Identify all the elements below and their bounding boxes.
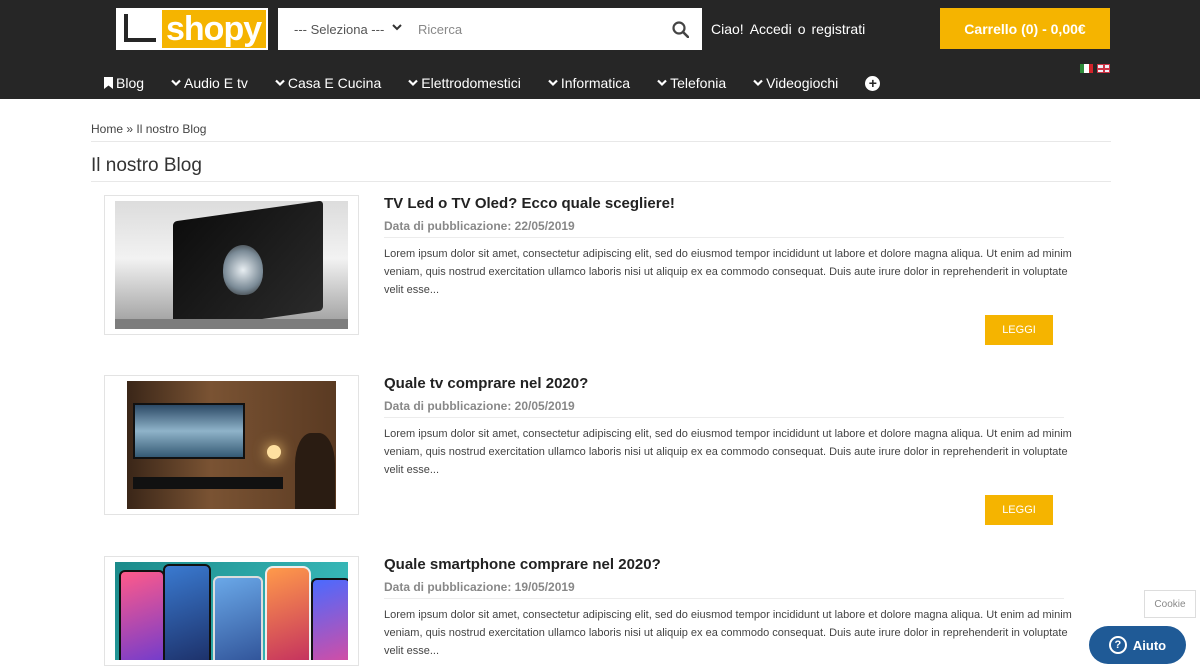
post-title[interactable]: TV Led o TV Oled? Ecco quale scegliere! — [384, 195, 675, 212]
search-icon — [671, 20, 689, 38]
read-more-button[interactable]: LEGGI — [985, 315, 1053, 345]
login-link[interactable]: Accedi — [750, 21, 792, 37]
or-text: o — [797, 21, 806, 37]
nav-item-informatica[interactable]: Informatica — [548, 75, 630, 91]
search-input[interactable] — [406, 8, 658, 50]
category-select-value: --- Seleziona --- — [294, 21, 385, 37]
page-title: Il nostro Blog — [91, 155, 202, 176]
post-excerpt: Lorem ipsum dolor sit amet, consectetur … — [384, 248, 1072, 296]
english-flag-icon[interactable] — [1097, 64, 1110, 73]
logo-text: shopy — [166, 10, 262, 48]
chevron-down-icon — [275, 79, 285, 87]
post-date: Data di pubblicazione: 22/05/2019 — [384, 219, 575, 233]
chevron-down-icon — [657, 79, 667, 87]
breadcrumb-separator: » — [126, 122, 134, 136]
divider — [384, 417, 1064, 418]
nav-more-button[interactable]: + — [865, 75, 881, 91]
breadcrumb-current: Il nostro Blog — [136, 122, 207, 136]
nav-item-audio-tv[interactable]: Audio E tv — [171, 75, 248, 91]
divider — [384, 598, 1064, 599]
search-bar: --- Seleziona --- — [278, 8, 702, 50]
greeting-text: Ciao! — [711, 21, 744, 37]
logo-mark-icon — [118, 10, 162, 48]
nav-item-label: Blog — [116, 75, 145, 91]
chevron-down-icon — [392, 22, 402, 35]
bookmark-icon — [104, 77, 113, 89]
post-date: Data di pubblicazione: 19/05/2019 — [384, 580, 575, 594]
chevron-down-icon — [548, 79, 558, 87]
post-excerpt: Lorem ipsum dolor sit amet, consectetur … — [384, 428, 1072, 476]
category-select[interactable]: --- Seleziona --- — [278, 8, 406, 50]
read-more-button[interactable]: LEGGI — [985, 495, 1053, 525]
italian-flag-icon[interactable] — [1080, 64, 1093, 73]
post-title[interactable]: Quale smartphone comprare nel 2020? — [384, 556, 661, 573]
divider — [91, 141, 1111, 142]
nav-item-label: Telefonia — [670, 75, 727, 91]
nav-item-telefonia[interactable]: Telefonia — [657, 75, 726, 91]
post-date: Data di pubblicazione: 20/05/2019 — [384, 399, 575, 413]
post-thumbnail[interactable] — [104, 556, 359, 666]
cookie-button[interactable]: Cookie — [1144, 590, 1196, 618]
plus-circle-icon: + — [865, 75, 881, 91]
help-label: Aiuto — [1132, 637, 1167, 653]
divider — [384, 237, 1064, 238]
site-logo[interactable]: shopy — [116, 8, 268, 50]
nav-item-label: Videogiochi — [766, 75, 839, 91]
nav-item-label: Audio E tv — [184, 75, 248, 91]
post-thumbnail[interactable] — [104, 375, 359, 515]
cart-button[interactable]: Carrello (0) - 0,00€ — [940, 8, 1110, 49]
breadcrumb-home[interactable]: Home — [91, 122, 123, 136]
nav-item-label: Informatica — [560, 75, 631, 91]
chevron-down-icon — [171, 79, 181, 87]
account-links: Ciao! Accedi o registrati — [711, 21, 865, 37]
nav-item-label: Casa E Cucina — [287, 75, 382, 91]
chevron-down-icon — [408, 79, 419, 87]
main-nav: Blog Audio E tv Casa E Cucina Elettrodom… — [104, 74, 907, 92]
nav-item-elettrodomestici[interactable]: Elettrodomestici — [408, 75, 521, 91]
help-button[interactable]: ? Aiuto — [1089, 626, 1186, 664]
divider — [91, 181, 1111, 182]
chevron-down-icon — [753, 79, 763, 87]
post-excerpt: Lorem ipsum dolor sit amet, consectetur … — [384, 609, 1072, 657]
tv-image — [115, 201, 348, 329]
nav-item-videogiochi[interactable]: Videogiochi — [753, 75, 838, 91]
search-button[interactable] — [658, 8, 702, 50]
nav-item-label: Elettrodomestici — [421, 75, 521, 91]
header: shopy --- Seleziona --- Ciao! Accedi o r… — [0, 0, 1200, 99]
nav-item-blog[interactable]: Blog — [104, 75, 144, 91]
language-switcher — [1080, 64, 1110, 73]
nav-item-casa-cucina[interactable]: Casa E Cucina — [275, 75, 381, 91]
living-room-image — [127, 381, 336, 509]
help-icon: ? — [1108, 636, 1127, 654]
post-title[interactable]: Quale tv comprare nel 2020? — [384, 375, 588, 392]
post-thumbnail[interactable] — [104, 195, 359, 335]
smartphones-image — [115, 562, 348, 660]
register-link[interactable]: registrati — [812, 21, 866, 37]
breadcrumb: Home » Il nostro Blog — [91, 122, 206, 136]
